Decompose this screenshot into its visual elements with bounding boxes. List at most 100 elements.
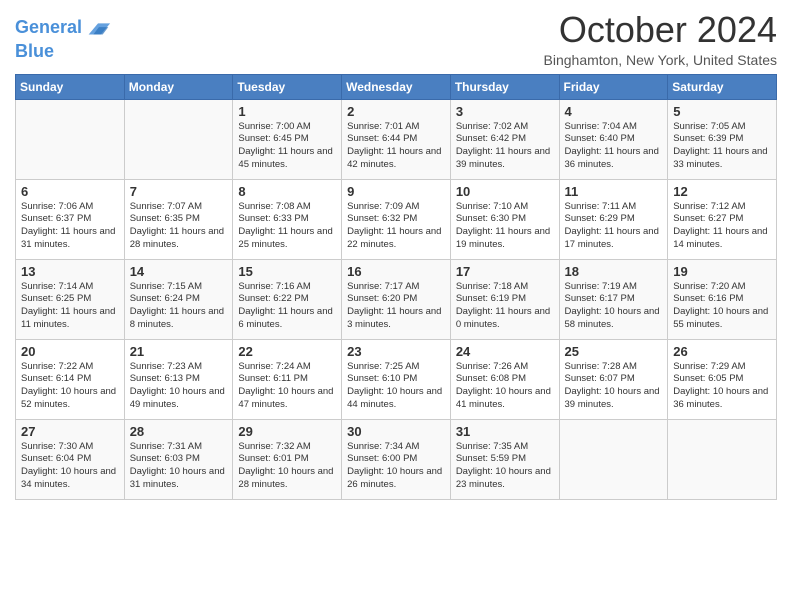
day-number: 15 bbox=[238, 264, 336, 279]
day-number: 4 bbox=[565, 104, 663, 119]
calendar-cell: 25 Sunrise: 7:28 AM Sunset: 6:07 PM Dayli… bbox=[559, 339, 668, 419]
day-number: 10 bbox=[456, 184, 554, 199]
day-info: Sunrise: 7:12 AM Sunset: 6:27 PM Dayligh… bbox=[673, 201, 771, 252]
day-info: Sunrise: 7:15 AM Sunset: 6:24 PM Dayligh… bbox=[130, 281, 228, 332]
day-number: 24 bbox=[456, 344, 554, 359]
calendar-week-3: 13Sunrise: 7:14 AM Sunset: 6:25 PM Dayli… bbox=[16, 259, 777, 339]
day-number: 11 bbox=[565, 184, 663, 199]
calendar-cell: 24Sunrise: 7:26 AM Sunset: 6:08 PM Dayli… bbox=[450, 339, 559, 419]
day-info: Sunrise: 7:22 AM Sunset: 6:14 PM Dayligh… bbox=[21, 361, 119, 412]
calendar-cell: 21Sunrise: 7:23 AM Sunset: 6:13 PM Dayli… bbox=[124, 339, 233, 419]
calendar-cell: 30 Sunrise: 7:34 AM Sunset: 6:00 PM Dayli… bbox=[342, 419, 451, 499]
calendar-cell bbox=[559, 419, 668, 499]
day-number: 18 bbox=[565, 264, 663, 279]
day-number: 23 bbox=[347, 344, 445, 359]
day-info: Sunrise: 7:16 AM Sunset: 6:22 PM Dayligh… bbox=[238, 281, 336, 332]
calendar-cell: 8 Sunrise: 7:08 AM Sunset: 6:33 PM Daylig… bbox=[233, 179, 342, 259]
day-number: 2 bbox=[347, 104, 445, 119]
day-number: 9 bbox=[347, 184, 445, 199]
col-sunday: Sunday bbox=[16, 74, 125, 99]
col-saturday: Saturday bbox=[668, 74, 777, 99]
day-number: 26 bbox=[673, 344, 771, 359]
day-info: Sunrise: 7:10 AM Sunset: 6:30 PM Dayligh… bbox=[456, 201, 554, 252]
calendar-cell: 27Sunrise: 7:30 AM Sunset: 6:04 PM Dayli… bbox=[16, 419, 125, 499]
calendar-cell: 20 Sunrise: 7:22 AM Sunset: 6:14 PM Dayli… bbox=[16, 339, 125, 419]
day-number: 29 bbox=[238, 424, 336, 439]
calendar-cell: 12Sunrise: 7:12 AM Sunset: 6:27 PM Dayli… bbox=[668, 179, 777, 259]
day-number: 16 bbox=[347, 264, 445, 279]
calendar-cell: 19 Sunrise: 7:20 AM Sunset: 6:16 PM Dayli… bbox=[668, 259, 777, 339]
calendar-cell: 31Sunrise: 7:35 AM Sunset: 5:59 PM Dayli… bbox=[450, 419, 559, 499]
day-info: Sunrise: 7:18 AM Sunset: 6:19 PM Dayligh… bbox=[456, 281, 554, 332]
day-number: 20 bbox=[21, 344, 119, 359]
day-info: Sunrise: 7:11 AM Sunset: 6:29 PM Dayligh… bbox=[565, 201, 663, 252]
day-info: Sunrise: 7:07 AM Sunset: 6:35 PM Dayligh… bbox=[130, 201, 228, 252]
calendar-cell: 5 Sunrise: 7:05 AM Sunset: 6:39 PM Daylig… bbox=[668, 99, 777, 179]
calendar-cell: 1 Sunrise: 7:00 AM Sunset: 6:45 PM Daylig… bbox=[233, 99, 342, 179]
logo-text-line2: Blue bbox=[15, 42, 54, 62]
day-info: Sunrise: 7:04 AM Sunset: 6:40 PM Dayligh… bbox=[565, 121, 663, 172]
month-title: October 2024 bbox=[544, 10, 777, 50]
col-wednesday: Wednesday bbox=[342, 74, 451, 99]
calendar-cell bbox=[124, 99, 233, 179]
day-number: 7 bbox=[130, 184, 228, 199]
day-info: Sunrise: 7:19 AM Sunset: 6:17 PM Dayligh… bbox=[565, 281, 663, 332]
day-info: Sunrise: 7:25 AM Sunset: 6:10 PM Dayligh… bbox=[347, 361, 445, 412]
day-info: Sunrise: 7:01 AM Sunset: 6:44 PM Dayligh… bbox=[347, 121, 445, 172]
calendar-cell: 26 Sunrise: 7:29 AM Sunset: 6:05 PM Dayli… bbox=[668, 339, 777, 419]
page: General Blue October 2024 Binghamton, Ne… bbox=[0, 0, 792, 612]
day-number: 28 bbox=[130, 424, 228, 439]
col-friday: Friday bbox=[559, 74, 668, 99]
day-info: Sunrise: 7:02 AM Sunset: 6:42 PM Dayligh… bbox=[456, 121, 554, 172]
calendar-cell bbox=[16, 99, 125, 179]
header: General Blue October 2024 Binghamton, Ne… bbox=[15, 10, 777, 68]
calendar-cell: 17 Sunrise: 7:18 AM Sunset: 6:19 PM Dayli… bbox=[450, 259, 559, 339]
calendar-cell: 11 Sunrise: 7:11 AM Sunset: 6:29 PM Dayli… bbox=[559, 179, 668, 259]
calendar-cell: 15 Sunrise: 7:16 AM Sunset: 6:22 PM Dayli… bbox=[233, 259, 342, 339]
calendar-cell: 7 Sunrise: 7:07 AM Sunset: 6:35 PM Daylig… bbox=[124, 179, 233, 259]
col-tuesday: Tuesday bbox=[233, 74, 342, 99]
calendar-cell: 3 Sunrise: 7:02 AM Sunset: 6:42 PM Daylig… bbox=[450, 99, 559, 179]
day-number: 25 bbox=[565, 344, 663, 359]
day-number: 19 bbox=[673, 264, 771, 279]
day-number: 8 bbox=[238, 184, 336, 199]
day-info: Sunrise: 7:09 AM Sunset: 6:32 PM Dayligh… bbox=[347, 201, 445, 252]
calendar-header-row: Sunday Monday Tuesday Wednesday Thursday… bbox=[16, 74, 777, 99]
calendar-cell: 9 Sunrise: 7:09 AM Sunset: 6:32 PM Daylig… bbox=[342, 179, 451, 259]
calendar-week-1: 1 Sunrise: 7:00 AM Sunset: 6:45 PM Daylig… bbox=[16, 99, 777, 179]
day-info: Sunrise: 7:34 AM Sunset: 6:00 PM Dayligh… bbox=[347, 441, 445, 492]
day-info: Sunrise: 7:32 AM Sunset: 6:01 PM Dayligh… bbox=[238, 441, 336, 492]
day-info: Sunrise: 7:08 AM Sunset: 6:33 PM Dayligh… bbox=[238, 201, 336, 252]
day-number: 5 bbox=[673, 104, 771, 119]
title-block: October 2024 Binghamton, New York, Unite… bbox=[544, 10, 777, 68]
calendar-cell: 4 Sunrise: 7:04 AM Sunset: 6:40 PM Daylig… bbox=[559, 99, 668, 179]
location: Binghamton, New York, United States bbox=[544, 52, 777, 68]
day-number: 27 bbox=[21, 424, 119, 439]
day-info: Sunrise: 7:35 AM Sunset: 5:59 PM Dayligh… bbox=[456, 441, 554, 492]
day-number: 3 bbox=[456, 104, 554, 119]
calendar-cell: 10 Sunrise: 7:10 AM Sunset: 6:30 PM Dayli… bbox=[450, 179, 559, 259]
day-number: 17 bbox=[456, 264, 554, 279]
calendar-week-4: 20 Sunrise: 7:22 AM Sunset: 6:14 PM Dayli… bbox=[16, 339, 777, 419]
calendar-cell: 14 Sunrise: 7:15 AM Sunset: 6:24 PM Dayli… bbox=[124, 259, 233, 339]
day-number: 6 bbox=[21, 184, 119, 199]
logo: General Blue bbox=[15, 14, 112, 62]
calendar-week-2: 6 Sunrise: 7:06 AM Sunset: 6:37 PM Daylig… bbox=[16, 179, 777, 259]
day-info: Sunrise: 7:29 AM Sunset: 6:05 PM Dayligh… bbox=[673, 361, 771, 412]
day-info: Sunrise: 7:17 AM Sunset: 6:20 PM Dayligh… bbox=[347, 281, 445, 332]
day-info: Sunrise: 7:20 AM Sunset: 6:16 PM Dayligh… bbox=[673, 281, 771, 332]
day-number: 14 bbox=[130, 264, 228, 279]
day-info: Sunrise: 7:05 AM Sunset: 6:39 PM Dayligh… bbox=[673, 121, 771, 172]
day-number: 30 bbox=[347, 424, 445, 439]
day-info: Sunrise: 7:00 AM Sunset: 6:45 PM Dayligh… bbox=[238, 121, 336, 172]
day-info: Sunrise: 7:14 AM Sunset: 6:25 PM Dayligh… bbox=[21, 281, 119, 332]
calendar-cell: 6 Sunrise: 7:06 AM Sunset: 6:37 PM Daylig… bbox=[16, 179, 125, 259]
day-info: Sunrise: 7:06 AM Sunset: 6:37 PM Dayligh… bbox=[21, 201, 119, 252]
day-info: Sunrise: 7:28 AM Sunset: 6:07 PM Dayligh… bbox=[565, 361, 663, 412]
day-info: Sunrise: 7:31 AM Sunset: 6:03 PM Dayligh… bbox=[130, 441, 228, 492]
logo-icon bbox=[84, 14, 112, 42]
day-info: Sunrise: 7:24 AM Sunset: 6:11 PM Dayligh… bbox=[238, 361, 336, 412]
day-number: 1 bbox=[238, 104, 336, 119]
calendar-table: Sunday Monday Tuesday Wednesday Thursday… bbox=[15, 74, 777, 500]
calendar-week-5: 27Sunrise: 7:30 AM Sunset: 6:04 PM Dayli… bbox=[16, 419, 777, 499]
